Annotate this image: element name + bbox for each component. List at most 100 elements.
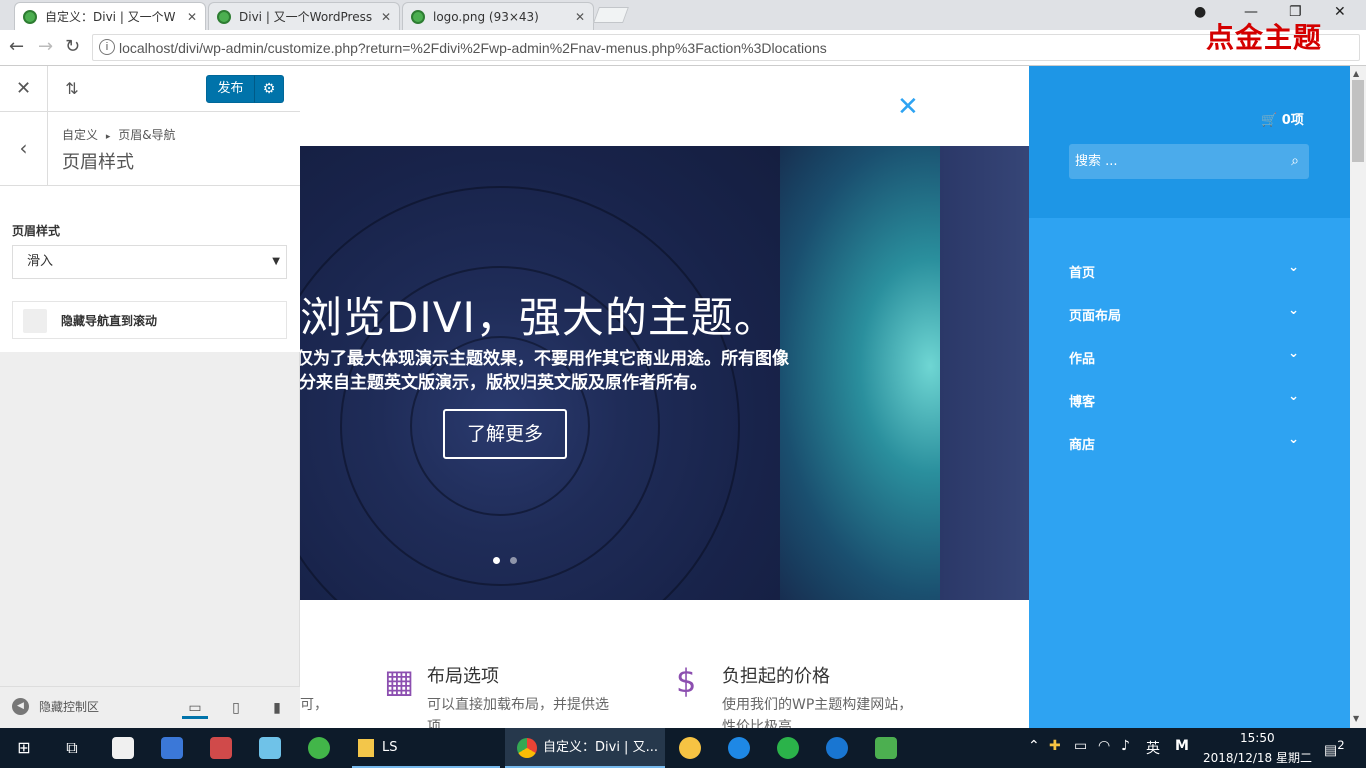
breadcrumb: 自定义 ▸ 页眉&导航 [62, 126, 176, 143]
tab-customizer[interactable]: 自定义：Divi | 又一个W ✕ [14, 2, 206, 30]
hero-text-line1: 仅为了最大体现演示主题效果，不要用作其它商业用途。所有图像 [300, 349, 789, 369]
slider-dot-2[interactable] [510, 557, 517, 564]
search-icon[interactable]: ⌕ [1291, 144, 1299, 179]
menu-item-blog[interactable]: 博客 ⌄ [1069, 389, 1309, 410]
section-controls: 页眉样式 滑入 ▼ 隐藏导航直到滚动 [0, 186, 300, 352]
blurb-title: 负担起的价格 [722, 666, 830, 687]
app-icon[interactable] [875, 737, 897, 759]
breadcrumb-parent: 页眉&导航 [118, 128, 176, 142]
blurb-partial-text: 可， [300, 697, 328, 713]
chevron-down-icon[interactable]: ⌄ [1288, 346, 1299, 361]
ime-language[interactable]: 英 [1146, 738, 1160, 758]
app-icon[interactable] [161, 737, 183, 759]
blurb-description-cont: 项 [427, 719, 441, 728]
menu-item-label: 首页 [1069, 266, 1096, 281]
customizer-footer: ◀ 隐藏控制区 ▭ ▯ ▮ [0, 686, 300, 728]
tab-site[interactable]: Divi | 又一个WordPress ✕ [208, 2, 400, 30]
clock-date[interactable]: 2018/12/18 星期二 [1203, 749, 1312, 766]
close-window-icon[interactable]: ✕ [1334, 4, 1346, 20]
battery-icon[interactable]: ▭ [1074, 738, 1087, 754]
hide-controls-label: 隐藏控制区 [39, 700, 100, 714]
reload-icon[interactable]: ↻ [65, 36, 80, 57]
hide-controls-button[interactable]: ◀ 隐藏控制区 [12, 698, 99, 715]
scroll-up-icon[interactable]: ▲ [1353, 69, 1359, 78]
app-icon[interactable] [259, 737, 281, 759]
chevron-down-icon[interactable]: ⌄ [1288, 260, 1299, 275]
back-chevron-icon[interactable]: ‹ [0, 112, 48, 186]
hide-nav-checkbox-row[interactable]: 隐藏导航直到滚动 [12, 301, 287, 339]
search-input[interactable]: 搜索 ... ⌕ [1069, 144, 1309, 179]
taskbar-folder-ls[interactable]: LS [352, 728, 500, 768]
clock-time[interactable]: 15:50 [1240, 731, 1275, 745]
store-icon[interactable] [112, 737, 134, 759]
task-view-icon[interactable]: ⧉ [60, 728, 84, 768]
close-tab-icon[interactable]: ✕ [187, 10, 197, 24]
notification-icon[interactable]: ▤2 [1324, 738, 1345, 759]
close-tab-icon[interactable]: ✕ [381, 10, 391, 24]
header-style-select[interactable]: 滑入 ▼ [12, 245, 287, 279]
taskbar-chrome[interactable]: 自定义：Divi | 又... [505, 728, 665, 768]
mobile-preview-icon[interactable]: ▮ [264, 697, 290, 719]
slide-in-top: 🛒 0项 搜索 ... ⌕ [1029, 66, 1350, 218]
hero-slider: 浏览DIVI，强大的主题。 仅为了最大体现演示主题效果，不要用作其它商业用途。所… [300, 146, 1029, 600]
wordpress-favicon-icon [411, 9, 425, 24]
publish-button[interactable]: 发布 [206, 75, 255, 103]
profile-icon[interactable]: ● [1194, 4, 1206, 20]
cart-count: 0项 [1281, 113, 1304, 128]
slider-dot-1[interactable] [493, 557, 500, 564]
close-menu-icon[interactable]: ✕ [897, 92, 919, 122]
hide-nav-label: 隐藏导航直到滚动 [61, 314, 158, 328]
menu-item-shop[interactable]: 商店 ⌄ [1069, 432, 1309, 453]
wechat-icon[interactable] [777, 737, 799, 759]
wordpress-favicon-icon [23, 9, 37, 24]
tray-expand-icon[interactable]: ⌃ [1028, 738, 1040, 754]
dollar-icon: $ [676, 662, 697, 700]
customizer-header: ✕ ⇅ 发布 ⚙ [0, 66, 300, 112]
app-icon[interactable] [210, 737, 232, 759]
preview-scrollbar[interactable]: ▲ ▼ [1350, 66, 1366, 728]
blurb-description: 可以直接加载布局，并提供选 [427, 697, 609, 713]
taskbar-label: 自定义：Divi | 又... [543, 740, 658, 755]
new-tab-button[interactable] [593, 7, 629, 23]
slide-in-menu: 🛒 0项 搜索 ... ⌕ 首页 ⌄ 页面布局 ⌄ 作品 ⌄ 博客 ⌄ 商店 ⌄ [1029, 66, 1350, 728]
wordpress-favicon-icon [217, 9, 231, 24]
hero-tiles-decoration [940, 146, 1029, 600]
chevron-down-icon[interactable]: ⌄ [1288, 432, 1299, 447]
wifi-icon[interactable]: ◠ [1098, 738, 1110, 754]
tablet-preview-icon[interactable]: ▯ [223, 697, 249, 719]
publish-settings-gear-icon[interactable]: ⚙ [254, 75, 284, 103]
ftp-app-icon[interactable] [679, 737, 701, 759]
tab-logo[interactable]: logo.png (93×43) ✕ [402, 2, 594, 30]
url-text: localhost/divi/wp-admin/customize.php?re… [119, 39, 827, 56]
chevron-down-icon[interactable]: ⌄ [1288, 389, 1299, 404]
menu-item-layouts[interactable]: 页面布局 ⌄ [1069, 303, 1309, 324]
tray-app-icon[interactable]: ✚ [1049, 738, 1061, 754]
back-icon[interactable]: ← [9, 36, 24, 57]
browser-360-icon[interactable] [308, 737, 330, 759]
learn-more-button[interactable]: 了解更多 [443, 409, 567, 459]
hide-nav-checkbox[interactable] [23, 309, 47, 333]
desktop-preview-icon[interactable]: ▭ [182, 697, 208, 719]
close-tab-icon[interactable]: ✕ [575, 10, 585, 24]
address-bar[interactable]: i localhost/divi/wp-admin/customize.php?… [92, 34, 1360, 61]
search-placeholder: 搜索 ... [1075, 154, 1118, 169]
forward-icon[interactable]: → [38, 36, 53, 57]
blurb-title: 布局选项 [427, 666, 499, 687]
hero-text-line2: 部分来自主题英文版演示，版权归英文版及原作者所有。 [300, 373, 707, 393]
tab-title: Divi | 又一个WordPress [239, 10, 373, 24]
scrollbar-thumb[interactable] [1352, 80, 1364, 162]
chevron-down-icon[interactable]: ⌄ [1288, 303, 1299, 318]
close-customizer-icon[interactable]: ✕ [0, 66, 48, 112]
ime-mode[interactable]: M [1175, 738, 1189, 754]
reorder-icon[interactable]: ⇅ [48, 66, 96, 112]
menu-item-home[interactable]: 首页 ⌄ [1069, 260, 1309, 281]
cart-link[interactable]: 🛒 0项 [1261, 109, 1304, 128]
k-app-icon[interactable] [728, 737, 750, 759]
menu-item-portfolio[interactable]: 作品 ⌄ [1069, 346, 1309, 367]
hero-heading: 浏览DIVI，强大的主题。 [300, 293, 777, 342]
b-app-icon[interactable] [826, 737, 848, 759]
info-icon[interactable]: i [99, 39, 115, 55]
volume-icon[interactable]: ♪ [1121, 738, 1130, 754]
windows-start-icon[interactable]: ⊞ [12, 728, 36, 768]
scroll-down-icon[interactable]: ▼ [1353, 714, 1359, 723]
